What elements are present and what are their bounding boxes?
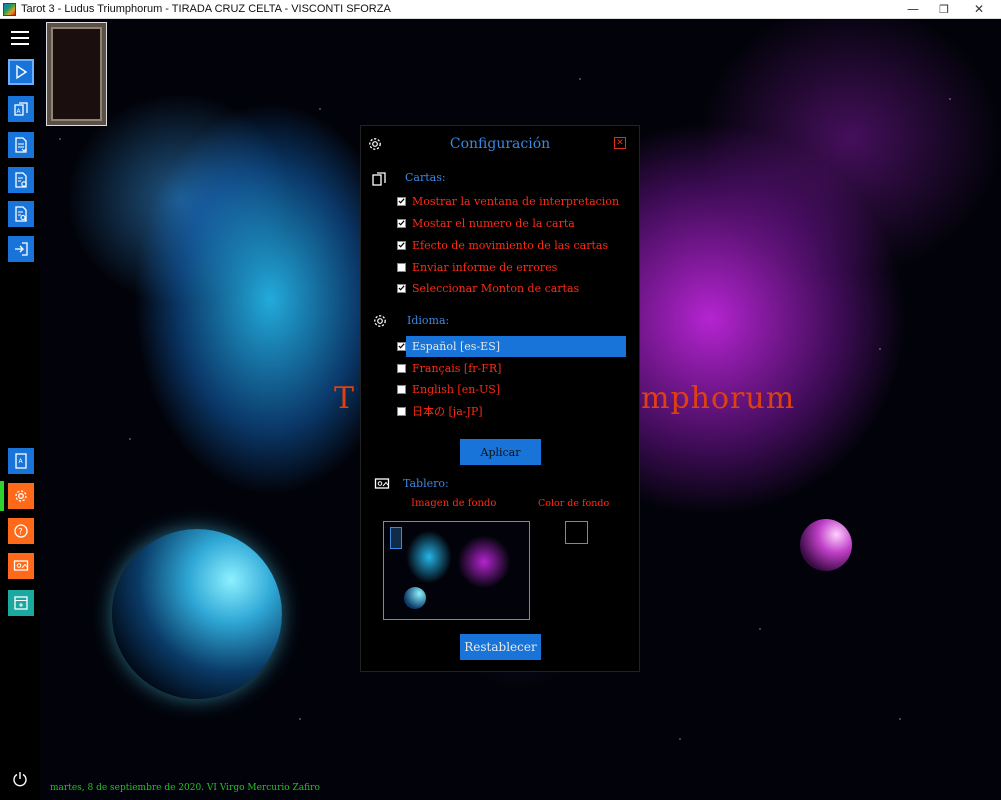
blue-planet bbox=[112, 529, 282, 699]
cards-section-label: Cartas: bbox=[405, 171, 446, 184]
background-color-label: Color de fondo bbox=[538, 498, 610, 509]
background-color-swatch[interactable] bbox=[565, 521, 588, 544]
check-icon bbox=[398, 242, 405, 248]
window-title: Tarot 3 - Ludus Triumphorum - TIRADA CRU… bbox=[21, 3, 391, 15]
exit-button[interactable] bbox=[8, 236, 34, 262]
svg-text:A: A bbox=[19, 458, 24, 465]
app-icon bbox=[3, 2, 16, 16]
pink-planet bbox=[800, 519, 852, 571]
title-bar: Tarot 3 - Ludus Triumphorum - TIRADA CRU… bbox=[0, 0, 1001, 19]
background-image-preview[interactable] bbox=[383, 521, 530, 620]
hamburger-menu-icon[interactable] bbox=[11, 31, 29, 45]
board-section-label: Tablero: bbox=[403, 477, 449, 490]
check-icon bbox=[398, 285, 405, 291]
board-icon bbox=[13, 560, 29, 571]
reset-button[interactable]: Restablecer bbox=[460, 634, 541, 660]
calendar-button[interactable] bbox=[8, 590, 34, 616]
help-icon: ? bbox=[14, 524, 28, 538]
status-date: martes, 8 de septiembre de 2020. VI Virg… bbox=[50, 783, 320, 793]
card-info-button[interactable]: A bbox=[8, 448, 34, 474]
preview-planet bbox=[404, 587, 426, 609]
option-card-motion-effect[interactable]: Efecto de movimiento de las cartas bbox=[397, 236, 608, 254]
check-icon bbox=[398, 220, 405, 226]
option-send-error-report[interactable]: Enviar informe de errores bbox=[397, 258, 557, 276]
svg-text:?: ? bbox=[18, 527, 23, 537]
document-download-icon bbox=[15, 137, 27, 153]
card-icon: A bbox=[15, 453, 27, 469]
close-panel-button[interactable]: ✕ bbox=[614, 137, 626, 149]
checkbox[interactable] bbox=[397, 218, 406, 228]
configuration-panel: Configuración ✕ Cartas: Mostrar la venta… bbox=[360, 125, 640, 672]
option-label: 日本の [ja-JP] bbox=[412, 405, 483, 418]
svg-text:A: A bbox=[17, 108, 22, 115]
panel-title: Configuración bbox=[449, 136, 551, 152]
play-button[interactable] bbox=[8, 59, 34, 85]
exit-icon bbox=[15, 242, 28, 256]
checkbox[interactable] bbox=[397, 384, 406, 394]
language-option-fr[interactable]: Français [fr-FR] bbox=[397, 359, 501, 377]
apply-button[interactable]: Aplicar bbox=[460, 439, 541, 465]
card-back bbox=[51, 27, 102, 121]
help-button[interactable]: ? bbox=[8, 518, 34, 544]
document-download-button[interactable] bbox=[8, 132, 34, 158]
document-search-icon bbox=[15, 206, 27, 222]
option-label: Enviar informe de errores bbox=[412, 260, 558, 274]
checkbox[interactable] bbox=[397, 196, 406, 206]
language-option-ja[interactable]: 日本の [ja-JP] bbox=[397, 402, 483, 420]
document-search-button[interactable] bbox=[8, 201, 34, 227]
document-settings-icon bbox=[15, 172, 27, 188]
minimize-button[interactable]: — bbox=[896, 0, 930, 18]
cards-button[interactable]: A bbox=[8, 96, 34, 122]
option-label: Mostrar la ventana de interpretacion bbox=[412, 194, 620, 208]
gear-icon bbox=[15, 490, 27, 502]
active-indicator bbox=[0, 481, 4, 511]
option-label: Español [es-ES] bbox=[412, 339, 501, 353]
restore-button[interactable]: ❐ bbox=[927, 0, 961, 18]
checkbox[interactable] bbox=[397, 262, 406, 272]
power-icon[interactable] bbox=[12, 771, 28, 787]
document-settings-button[interactable] bbox=[8, 167, 34, 193]
option-show-card-number[interactable]: Mostar el numero de la carta bbox=[397, 214, 575, 232]
option-label: Efecto de movimiento de las cartas bbox=[412, 238, 609, 252]
background-title-right: mphorum bbox=[641, 381, 796, 416]
option-select-card-pile[interactable]: Seleccionar Monton de cartas bbox=[397, 279, 579, 297]
board-icon bbox=[374, 478, 390, 489]
cards-icon: A bbox=[14, 102, 28, 116]
gear-icon bbox=[374, 315, 386, 327]
language-option-es[interactable]: Español [es-ES] bbox=[397, 337, 500, 355]
option-show-interpretation[interactable]: Mostrar la ventana de interpretacion bbox=[397, 192, 619, 210]
card-deck-thumbnail[interactable] bbox=[46, 22, 107, 126]
board-button[interactable] bbox=[8, 553, 34, 579]
checkbox[interactable] bbox=[397, 240, 406, 250]
checkbox[interactable] bbox=[397, 406, 406, 416]
option-label: Mostar el numero de la carta bbox=[412, 216, 575, 230]
background-image-label: Imagen de fondo bbox=[411, 498, 497, 509]
checkbox[interactable] bbox=[397, 283, 406, 293]
background-title-left: T bbox=[334, 381, 356, 416]
play-icon bbox=[16, 64, 28, 80]
check-icon bbox=[398, 198, 405, 204]
option-label: English [en-US] bbox=[412, 382, 501, 396]
option-label: Seleccionar Monton de cartas bbox=[412, 281, 580, 295]
background-image-selector[interactable] bbox=[390, 527, 402, 549]
close-window-button[interactable]: ✕ bbox=[962, 0, 996, 18]
option-label: Français [fr-FR] bbox=[412, 361, 502, 375]
sidebar: A A ? bbox=[0, 19, 40, 800]
language-option-en[interactable]: English [en-US] bbox=[397, 380, 500, 398]
language-section-label: Idioma: bbox=[407, 314, 450, 327]
settings-button[interactable] bbox=[8, 483, 34, 509]
checkbox[interactable] bbox=[397, 341, 406, 351]
check-icon bbox=[398, 343, 405, 349]
checkbox[interactable] bbox=[397, 363, 406, 373]
cards-icon bbox=[372, 172, 386, 186]
calendar-icon bbox=[14, 596, 28, 610]
